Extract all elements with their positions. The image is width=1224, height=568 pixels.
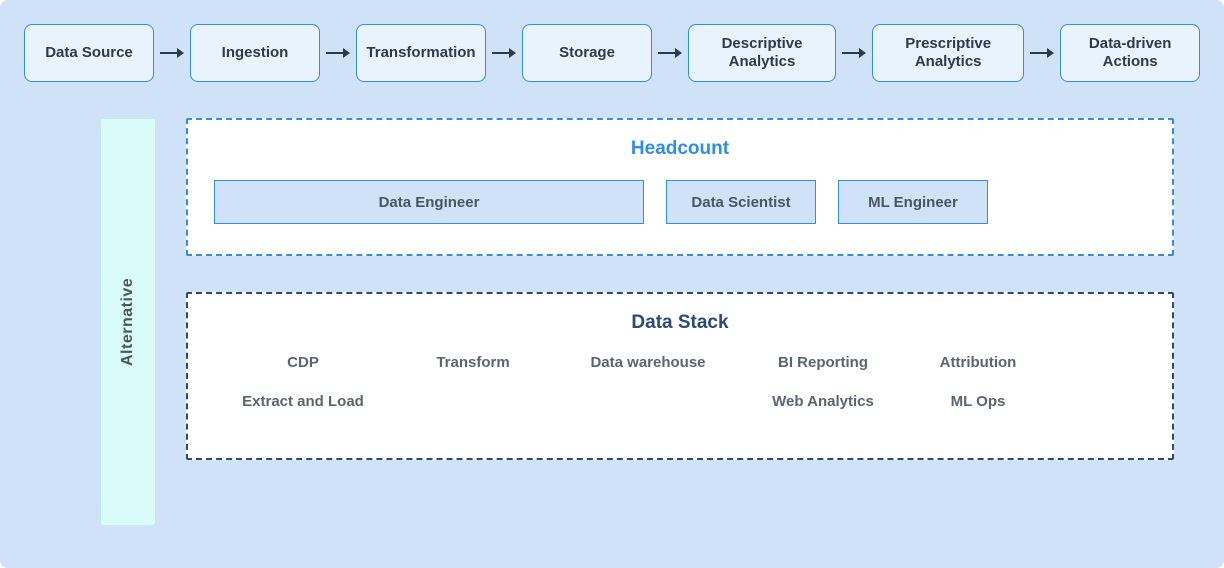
- role-ml-engineer: ML Engineer: [838, 180, 988, 224]
- arrow-icon: [842, 46, 866, 60]
- pipeline-step-storage: Storage: [522, 24, 652, 82]
- stack-item-extract-and-load: Extract and Load: [218, 393, 388, 410]
- data-stack-title: Data Stack: [188, 312, 1172, 334]
- stack-item-bi-reporting: BI Reporting: [738, 354, 908, 371]
- role-data-engineer: Data Engineer: [214, 180, 644, 224]
- headcount-panel: Headcount Data Engineer Data Scientist M…: [186, 118, 1174, 256]
- headcount-title: Headcount: [188, 138, 1172, 160]
- arrow-icon: [492, 46, 516, 60]
- pipeline-step-ingestion: Ingestion: [190, 24, 320, 82]
- arrow-icon: [326, 46, 350, 60]
- roles-row: Data Engineer Data Scientist ML Engineer: [188, 180, 1172, 254]
- pipeline-row: Data Source Ingestion Transformation Sto…: [20, 24, 1204, 82]
- pipeline-step-data-source: Data Source: [24, 24, 154, 82]
- pipeline-step-transformation: Transformation: [356, 24, 486, 82]
- arrow-icon: [1030, 46, 1054, 60]
- arrow-icon: [658, 46, 682, 60]
- pipeline-step-descriptive-analytics: Descriptive Analytics: [688, 24, 836, 82]
- pipeline-step-prescriptive-analytics: Prescriptive Analytics: [872, 24, 1024, 82]
- arrow-icon: [160, 46, 184, 60]
- data-stack-row-2: Extract and Load Web Analytics ML Ops: [218, 393, 1142, 410]
- data-stack-panel: Data Stack CDP Transform Data warehouse …: [186, 292, 1174, 460]
- stack-item-transform: Transform: [388, 354, 558, 371]
- data-stack-row-1: CDP Transform Data warehouse BI Reportin…: [218, 354, 1142, 371]
- data-stack-body: CDP Transform Data warehouse BI Reportin…: [188, 354, 1172, 458]
- alternative-label: Alternative: [100, 118, 156, 526]
- stack-item-data-warehouse: Data warehouse: [558, 354, 738, 371]
- role-data-scientist: Data Scientist: [666, 180, 816, 224]
- pipeline-step-data-driven-actions: Data-driven Actions: [1060, 24, 1200, 82]
- lower-area: Alternative Headcount Data Engineer Data…: [20, 118, 1204, 526]
- stack-item-attribution: Attribution: [908, 354, 1048, 371]
- panels-column: Headcount Data Engineer Data Scientist M…: [186, 118, 1174, 526]
- diagram-canvas: Data Source Ingestion Transformation Sto…: [0, 0, 1224, 568]
- stack-item-web-analytics: Web Analytics: [738, 393, 908, 410]
- stack-item-ml-ops: ML Ops: [908, 393, 1048, 410]
- stack-item-cdp: CDP: [218, 354, 388, 371]
